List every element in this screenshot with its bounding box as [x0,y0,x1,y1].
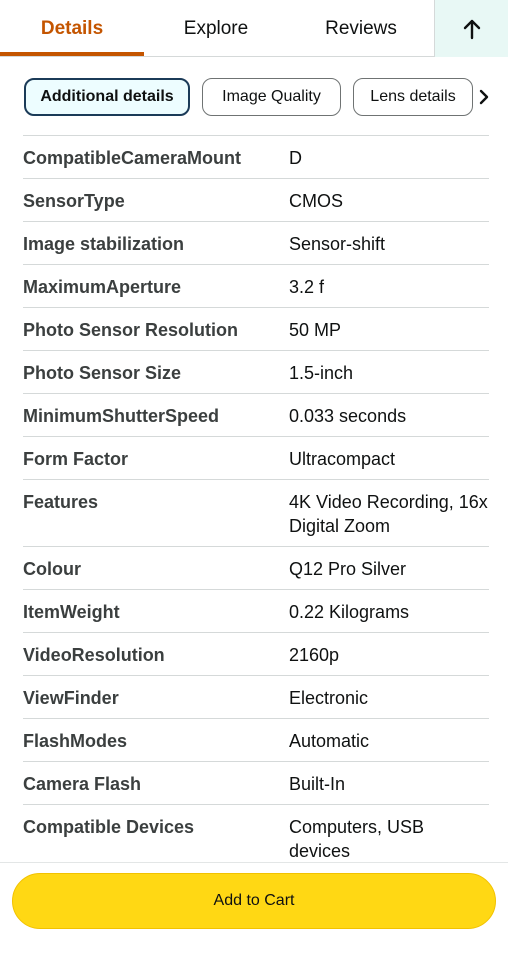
chips-scroll-right-button[interactable] [474,84,494,110]
table-row: ItemWeight 0.22 Kilograms [23,589,489,632]
section-tab-bar: Details Explore Reviews [0,0,508,57]
table-row: Form Factor Ultracompact [23,436,489,479]
tab-reviews-label: Reviews [325,17,397,39]
details-table: CompatibleCameraMount D SensorType CMOS Imag… [23,135,489,871]
detail-key: VideoResolution [23,645,165,665]
tab-details-label: Details [40,17,104,39]
detail-key: FlashModes [23,731,128,751]
detail-value: 0.033 seconds [289,406,407,426]
detail-key: Compatible Devices [23,817,195,837]
detail-value: 2160p [289,645,340,665]
detail-key: ItemWeight [23,602,120,622]
detail-key: Colour [23,559,81,579]
tab-explore[interactable]: Explore [144,0,288,57]
tab-explore-label: Explore [183,17,249,39]
detail-value: 0.22 Kilograms [289,602,410,622]
detail-value: Electronic [289,688,369,708]
table-row: Photo Sensor Resolution 50 MP [23,307,489,350]
chevron-right-icon [479,89,489,105]
detail-value: 50 MP [289,320,342,340]
table-row: Camera Flash Built-In [23,761,489,804]
active-tab-indicator [0,52,144,56]
table-row: CompatibleCameraMount D [23,135,489,178]
arrow-up-icon [463,19,480,39]
details-category-chips: Additional details Image Quality Lens de… [0,78,508,118]
chip-label: Image Quality [222,88,321,105]
bottom-action-bar: Add to Cart [0,862,508,960]
detail-key: ViewFinder [23,688,119,708]
detail-value: Automatic [289,731,370,751]
detail-value: Q12 Pro Silver [289,559,407,579]
chip-image-quality[interactable]: Image Quality [202,78,341,116]
detail-key: SensorType [23,191,125,211]
table-row: VideoResolution 2160p [23,632,489,675]
detail-value: 4K Video Recording, 16x Digital Zoom [289,492,488,536]
table-row: SensorType CMOS [23,178,489,221]
detail-key: Image stabilization [23,234,185,254]
product-details-page: Details Explore Reviews Additional detai… [0,0,508,960]
detail-key: Form Factor [23,449,129,469]
detail-value: Ultracompact [289,449,396,469]
table-row: Colour Q12 Pro Silver [23,546,489,589]
detail-key: Photo Sensor Resolution [23,320,239,340]
detail-value: Computers, USB devices [289,817,425,861]
table-row: ViewFinder Electronic [23,675,489,718]
table-row: FlashModes Automatic [23,718,489,761]
detail-value: 3.2 f [289,277,325,297]
detail-value: Built-In [289,774,346,794]
table-row: Image stabilization Sensor-shift [23,221,489,264]
detail-value: 1.5-inch [289,363,354,383]
detail-key: Camera Flash [23,774,142,794]
table-row: Photo Sensor Size 1.5-inch [23,350,489,393]
chip-label: Additional details [40,88,174,105]
tab-reviews[interactable]: Reviews [288,0,434,57]
detail-key: MaximumAperture [23,277,182,297]
add-to-cart-button[interactable]: Add to Cart [12,873,496,929]
table-row: MinimumShutterSpeed 0.033 seconds [23,393,489,436]
table-row: Compatible Devices Computers, USB devices [23,804,489,871]
detail-value: D [289,148,302,168]
detail-key: CompatibleCameraMount [23,148,242,168]
detail-key: Photo Sensor Size [23,363,182,383]
detail-value: Sensor-shift [289,234,386,254]
chip-label: Lens details [370,88,456,105]
table-row: MaximumAperture 3.2 f [23,264,489,307]
detail-key: MinimumShutterSpeed [23,406,220,426]
scroll-to-top-button[interactable] [434,0,508,57]
detail-key: Features [23,492,99,512]
detail-value: CMOS [289,191,343,211]
table-row: Features 4K Video Recording, 16x Digital … [23,479,489,546]
tab-details[interactable]: Details [0,0,144,57]
chip-lens-details[interactable]: Lens details [353,78,473,116]
chip-additional-details[interactable]: Additional details [24,78,190,116]
add-to-cart-label: Add to Cart [213,892,295,909]
